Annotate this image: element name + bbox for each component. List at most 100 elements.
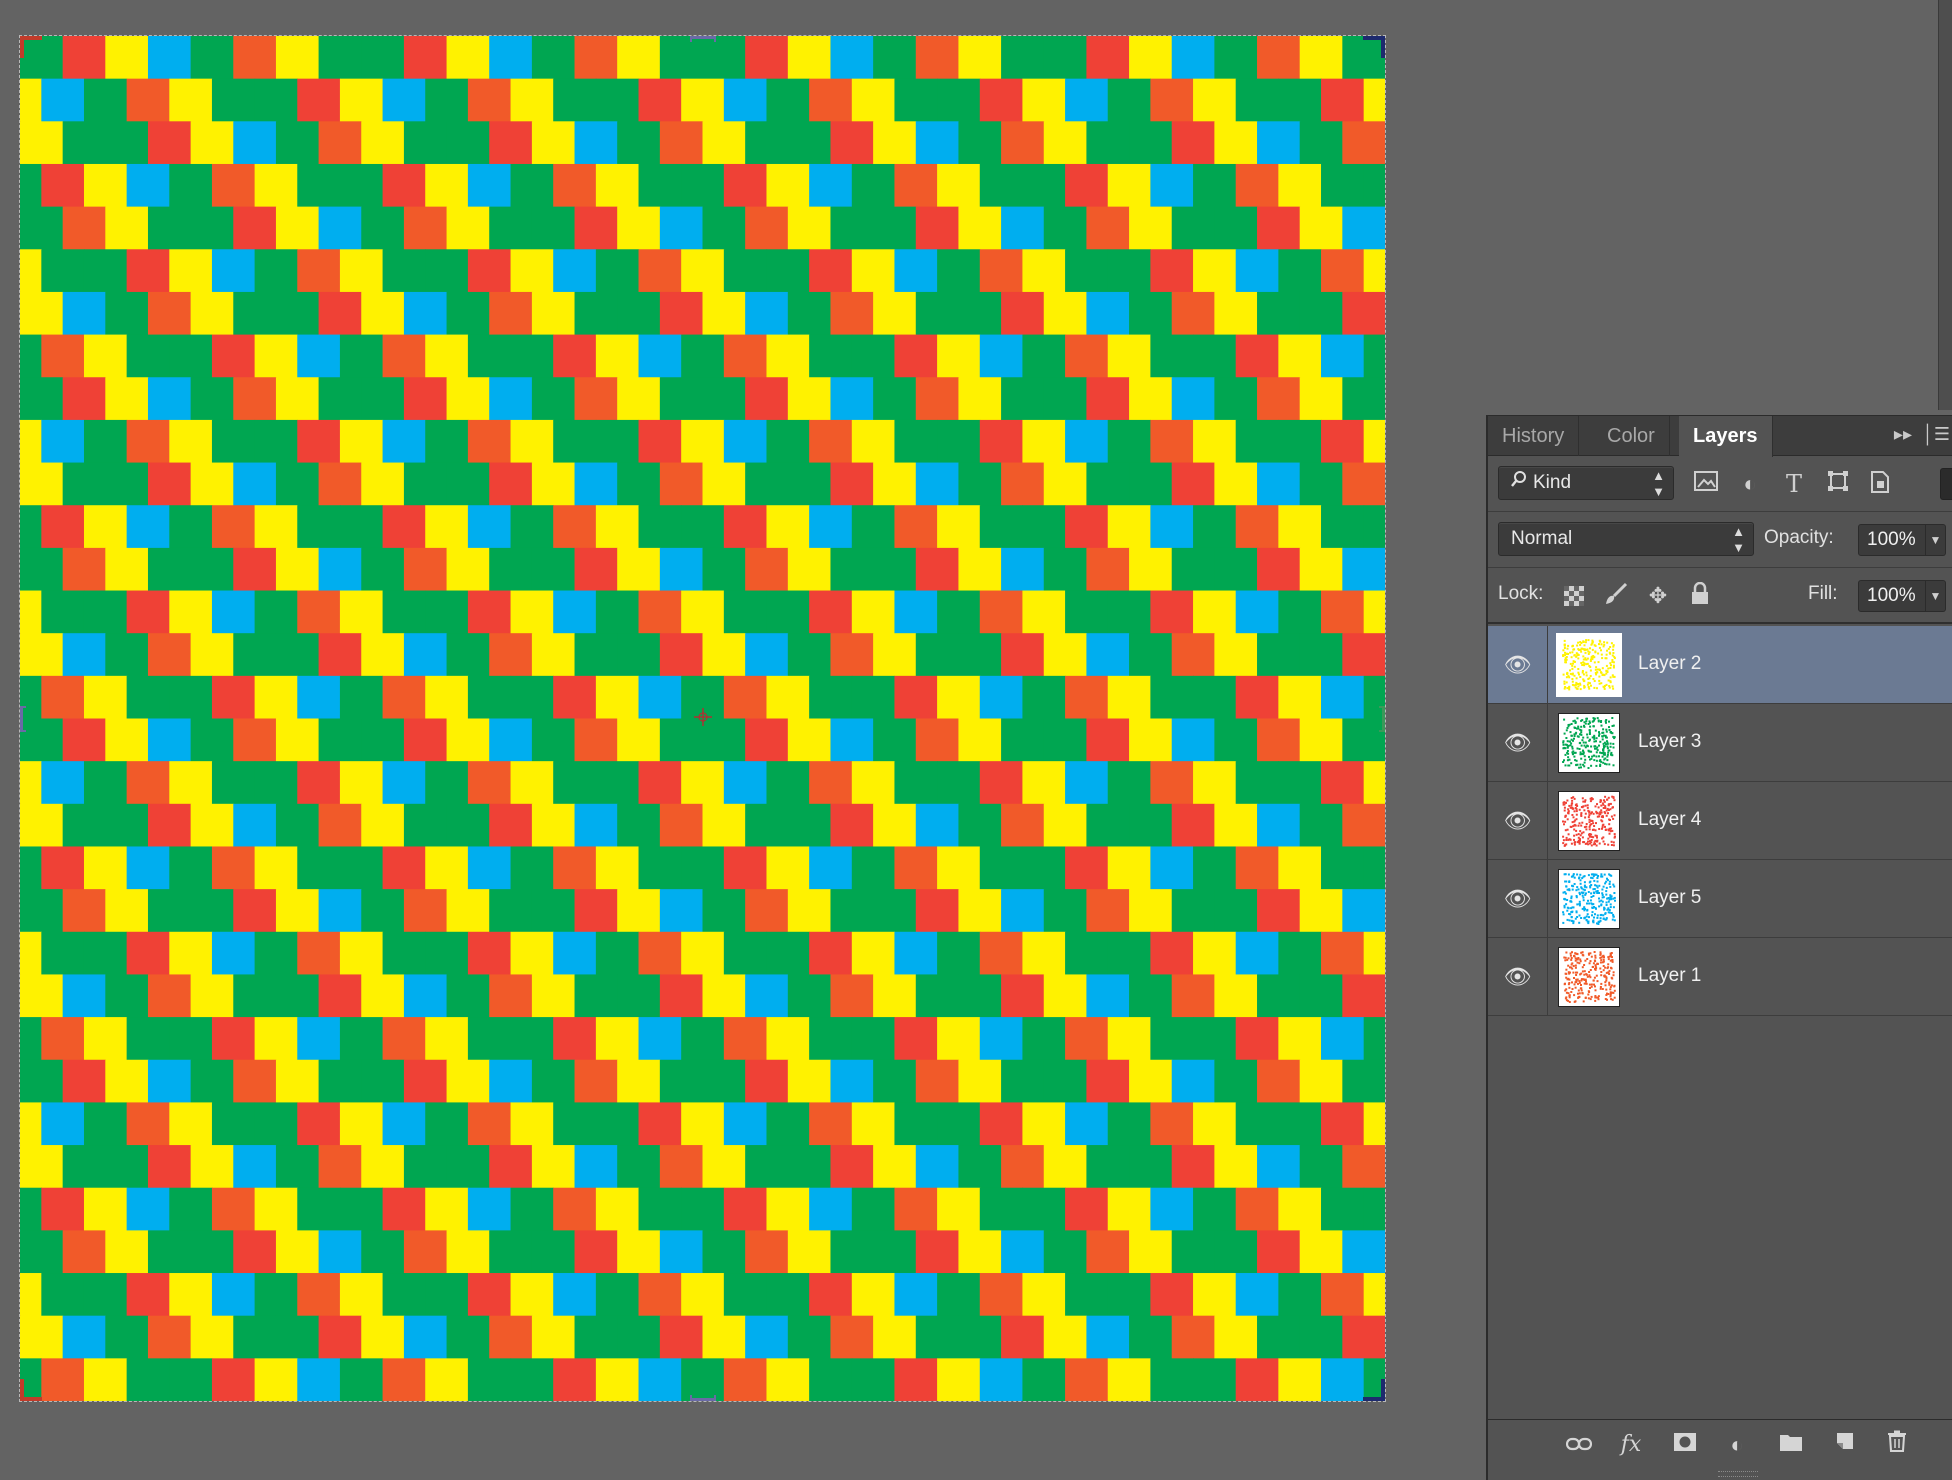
adjustment-layer-filter-icon[interactable]: ◐: [1736, 470, 1764, 498]
pattern-tile: [531, 121, 576, 165]
lock-all-padlock-icon[interactable]: [1686, 581, 1714, 610]
transform-handle-bottom-right[interactable]: [1363, 1379, 1385, 1401]
pattern-tile: [745, 36, 789, 80]
pattern-tile: [83, 249, 128, 293]
fill-slider-caret-icon[interactable]: ▼: [1926, 580, 1946, 612]
lock-transparent-pixels-icon[interactable]: [1560, 582, 1588, 610]
pattern-tile: [574, 889, 618, 933]
layer-row-layer-5[interactable]: 👁 Layer 5: [1488, 860, 1952, 938]
new-layer-icon[interactable]: [1830, 1430, 1860, 1460]
lock-position-move-icon[interactable]: ✥: [1644, 582, 1672, 610]
tab-color[interactable]: Color: [1593, 416, 1670, 456]
eye-visibility-icon[interactable]: 👁: [1488, 782, 1548, 859]
thumbnail-speckle: [1562, 639, 1616, 691]
pattern-tile: [1235, 163, 1279, 208]
filter-toggle-switch[interactable]: [1940, 468, 1952, 500]
pattern-tile: [105, 462, 149, 506]
transform-handle-left[interactable]: [20, 706, 26, 732]
transform-handle-top-left[interactable]: [20, 36, 42, 58]
pattern-tile: [233, 1315, 277, 1359]
eye-visibility-icon[interactable]: 👁: [1488, 860, 1548, 937]
layer-name[interactable]: Layer 1: [1638, 965, 1701, 987]
pattern-tile: [915, 974, 960, 1018]
pattern-tile: [446, 121, 490, 165]
pattern-tile: [787, 547, 832, 592]
shape-layer-filter-icon[interactable]: [1824, 470, 1852, 498]
smart-object-filter-icon[interactable]: [1866, 470, 1894, 498]
pattern-tile: [745, 547, 789, 592]
pattern-tile: [403, 1230, 448, 1274]
pattern-tile: [1001, 889, 1045, 933]
layer-row-layer-2[interactable]: 👁 Layer 2: [1488, 626, 1952, 704]
pixel-layer-filter-icon[interactable]: [1692, 470, 1720, 498]
eye-visibility-icon[interactable]: 👁: [1488, 626, 1548, 703]
kind-filter-dropdown[interactable]: Kind ▲ ▼: [1498, 466, 1674, 500]
pattern-tile: [1257, 36, 1301, 80]
pattern-tile: [1342, 377, 1385, 421]
pattern-tile: [809, 1358, 853, 1401]
pattern-tile: [681, 1017, 725, 1061]
tab-history[interactable]: History: [1488, 416, 1580, 456]
pattern-tile: [617, 803, 661, 848]
transform-handle-bottom[interactable]: [690, 1395, 716, 1401]
opacity-slider-caret-icon[interactable]: ▼: [1926, 524, 1946, 556]
pattern-tile: [467, 590, 512, 634]
layer-thumbnail[interactable]: [1558, 713, 1620, 773]
pattern-tile: [1150, 846, 1194, 890]
lock-image-pixels-brush-icon[interactable]: [1602, 582, 1630, 610]
eye-visibility-icon[interactable]: 👁: [1488, 938, 1548, 1015]
layer-row-layer-3[interactable]: 👁 Layer 3: [1488, 704, 1952, 782]
type-layer-filter-icon[interactable]: T: [1780, 470, 1808, 498]
layer-thumbnail[interactable]: [1558, 791, 1620, 851]
layer-name[interactable]: Layer 2: [1638, 653, 1701, 675]
fill-input[interactable]: 100%: [1858, 580, 1926, 612]
pattern-tile: [339, 590, 384, 634]
adjustment-icon[interactable]: ◐: [1722, 1430, 1752, 1460]
pattern-tile: [190, 1315, 234, 1359]
eye-visibility-icon[interactable]: 👁: [1488, 704, 1548, 781]
pattern-tile: [169, 1273, 213, 1317]
transform-handle-bottom-left[interactable]: [20, 1379, 42, 1401]
pattern-tile: [339, 78, 384, 122]
group-folder-icon[interactable]: [1776, 1430, 1806, 1460]
pattern-tile: [1278, 334, 1322, 378]
layer-row-layer-4[interactable]: 👁 Layer 4: [1488, 782, 1952, 860]
pattern-tile: [681, 590, 725, 634]
pattern-tile: [1193, 1102, 1237, 1146]
transform-handle-top-right[interactable]: [1363, 36, 1385, 58]
layer-thumbnail[interactable]: [1556, 633, 1622, 697]
layer-mask-icon[interactable]: [1670, 1430, 1700, 1460]
panel-menu-icon[interactable]: │☰: [1923, 424, 1950, 445]
tab-layers[interactable]: Layers: [1679, 416, 1773, 457]
pattern-tile: [41, 675, 85, 720]
transform-handle-right[interactable]: [1379, 706, 1385, 732]
transform-center-crosshair-icon[interactable]: [694, 708, 712, 726]
pattern-tile: [169, 78, 213, 122]
link-layers-icon[interactable]: [1564, 1430, 1594, 1460]
pattern-tile: [275, 1230, 320, 1274]
blend-mode-dropdown[interactable]: Normal ▲ ▼: [1498, 522, 1754, 556]
layer-name[interactable]: Layer 3: [1638, 731, 1701, 753]
layer-thumbnail[interactable]: [1558, 947, 1620, 1007]
pattern-tile: [403, 462, 448, 506]
layer-name[interactable]: Layer 4: [1638, 809, 1701, 831]
pattern-tile: [318, 1059, 362, 1104]
pattern-tile: [425, 1187, 469, 1231]
blend-mode-row: Normal ▲ ▼ Opacity: 100% ▼: [1488, 512, 1952, 568]
trash-icon[interactable]: [1882, 1430, 1912, 1460]
layer-name[interactable]: Layer 5: [1638, 887, 1701, 909]
pattern-tile: [1107, 419, 1151, 464]
pattern-tile: [1193, 1187, 1237, 1231]
transform-handle-top[interactable]: [690, 36, 716, 42]
panel-resize-grip[interactable]: [1718, 1471, 1758, 1477]
layer-thumbnail[interactable]: [1558, 869, 1620, 929]
pattern-tile: [1043, 1230, 1088, 1274]
double-chevron-right-icon[interactable]: ▸▸: [1894, 424, 1912, 445]
pattern-tile: [595, 78, 640, 122]
pattern-tile: [1086, 1145, 1130, 1189]
pattern-tile: [1299, 36, 1343, 80]
layer-row-layer-1[interactable]: 👁 Layer 1: [1488, 938, 1952, 1016]
pattern-tile: [1321, 1102, 1365, 1146]
fx-icon[interactable]: fx: [1616, 1430, 1646, 1460]
opacity-input[interactable]: 100%: [1858, 524, 1926, 556]
